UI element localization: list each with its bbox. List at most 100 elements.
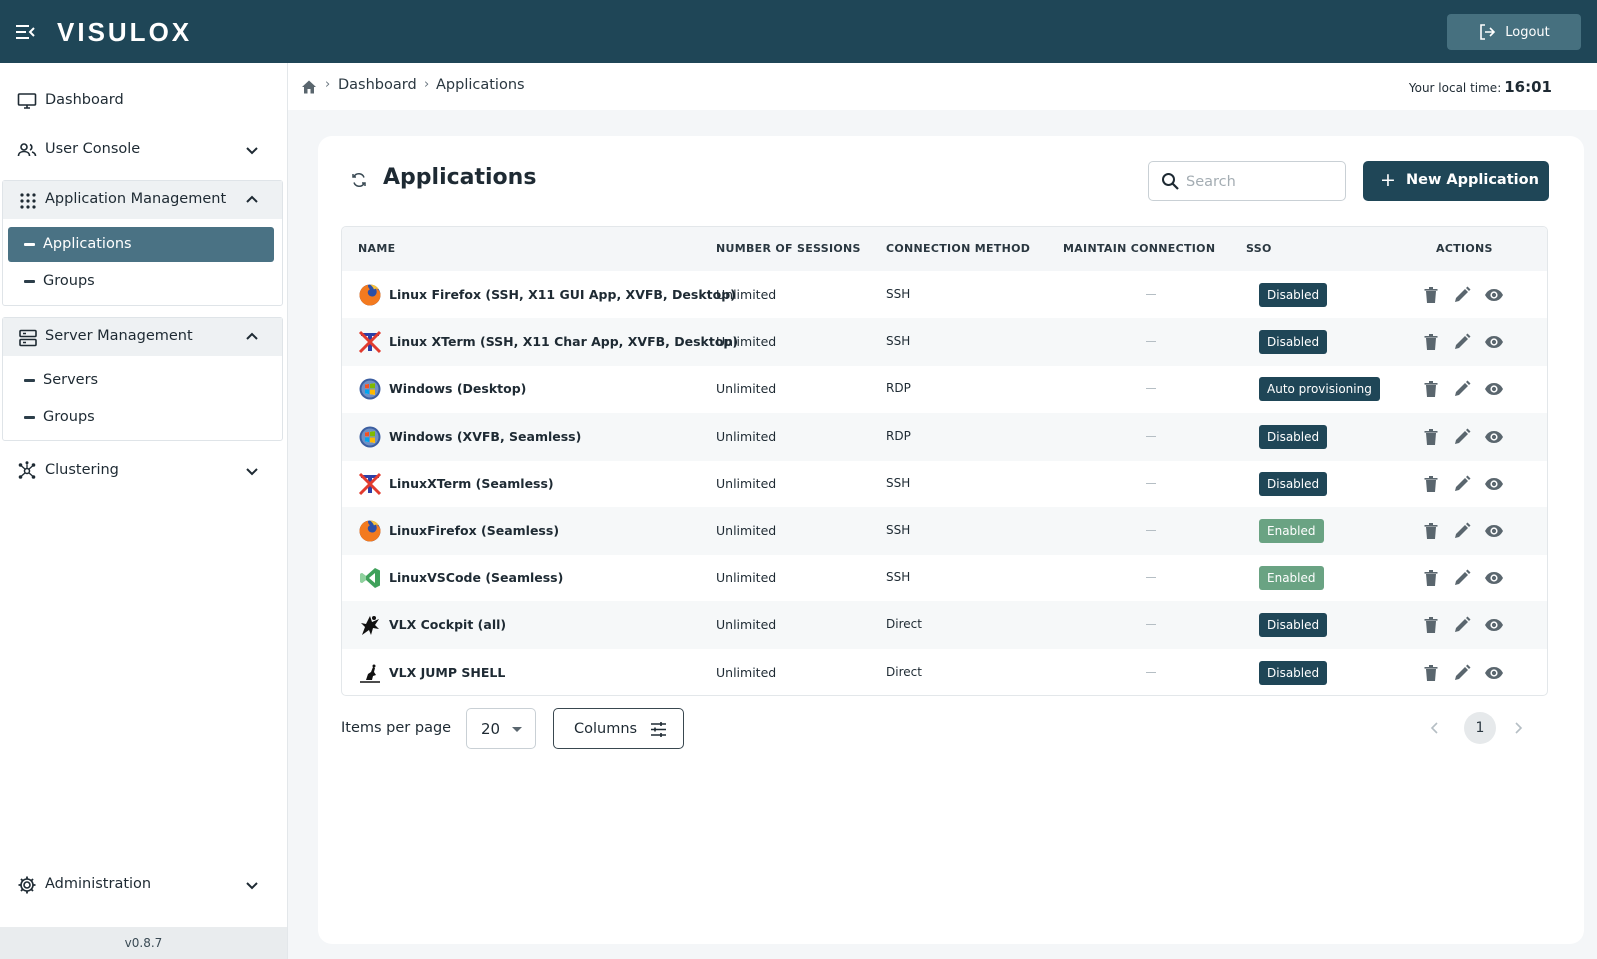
maintain-connection-value: [1146, 530, 1156, 531]
xterm-icon: [358, 472, 382, 496]
column-header-connection-method[interactable]: CONNECTION METHOD: [886, 242, 1030, 255]
view-icon[interactable]: [1484, 568, 1504, 588]
refresh-icon[interactable]: [350, 171, 368, 189]
view-icon[interactable]: [1484, 332, 1504, 352]
table-row[interactable]: Linux XTerm (SSH, X11 Char App, XVFB, De…: [342, 318, 1547, 367]
delete-icon[interactable]: [1421, 568, 1441, 588]
edit-icon[interactable]: [1452, 521, 1472, 541]
firefox-icon: [358, 519, 382, 543]
table-row[interactable]: Linux Firefox (SSH, X11 GUI App, XVFB, D…: [342, 271, 1547, 319]
delete-icon[interactable]: [1421, 521, 1441, 541]
chevron-right-icon[interactable]: [1508, 718, 1528, 738]
app-name[interactable]: Linux XTerm (SSH, X11 Char App, XVFB, De…: [389, 334, 738, 349]
local-time: Your local time: 16:01: [1409, 78, 1552, 96]
chevron-up-icon: [246, 332, 258, 340]
breadcrumb-applications: Applications: [436, 77, 525, 93]
column-header-sso[interactable]: SSO: [1246, 242, 1272, 255]
edit-icon[interactable]: [1452, 427, 1472, 447]
delete-icon[interactable]: [1421, 663, 1441, 683]
view-icon[interactable]: [1484, 285, 1504, 305]
delete-icon[interactable]: [1421, 474, 1441, 494]
dash-icon: [24, 243, 35, 246]
edit-icon[interactable]: [1452, 615, 1472, 635]
maintain-connection-value: [1146, 388, 1156, 390]
view-icon[interactable]: [1484, 615, 1504, 635]
column-header-name[interactable]: NAME: [358, 242, 395, 255]
logout-button[interactable]: Logout: [1447, 14, 1581, 50]
sidebar-item-dashboard[interactable]: Dashboard: [0, 81, 287, 121]
cluster-icon: [18, 461, 36, 479]
sidebar-item-applications[interactable]: Applications: [8, 227, 274, 262]
sidebar-item-servers[interactable]: Servers: [8, 363, 274, 398]
sidebar-item-user-console[interactable]: User Console: [0, 130, 287, 170]
delete-icon[interactable]: [1421, 285, 1441, 305]
app-name[interactable]: Windows (Desktop): [389, 381, 526, 396]
table-row[interactable]: VLX Cockpit (all) Unlimited Direct Disabled: [342, 601, 1547, 650]
app-name[interactable]: Linux Firefox (SSH, X11 GUI App, XVFB, D…: [389, 287, 736, 302]
edit-icon[interactable]: [1452, 568, 1472, 588]
sidebar-item-server-management[interactable]: Server Management: [3, 318, 282, 356]
sidebar-item-administration[interactable]: Administration: [0, 865, 287, 905]
session-count: Unlimited: [716, 334, 777, 350]
edit-icon[interactable]: [1452, 379, 1472, 399]
delete-icon[interactable]: [1421, 615, 1441, 635]
windows-icon: [358, 425, 382, 449]
visulox-logo: VISULOX: [57, 17, 193, 47]
sidebar-item-server-groups[interactable]: Groups: [8, 400, 274, 435]
sso-badge: Disabled: [1259, 660, 1328, 685]
cockpit-icon: [358, 613, 382, 637]
connection-method: RDP: [886, 428, 911, 443]
table-row[interactable]: VLX JUMP SHELL Unlimited Direct Disabled: [342, 649, 1547, 695]
edit-icon[interactable]: [1452, 332, 1472, 352]
table-row[interactable]: Windows (Desktop) Unlimited RDP Auto provis…: [342, 365, 1547, 413]
app-name[interactable]: LinuxXTerm (Seamless): [389, 476, 554, 491]
app-name[interactable]: Windows (XVFB, Seamless): [389, 429, 581, 444]
items-per-page-label: Items per page: [341, 720, 452, 736]
view-icon[interactable]: [1484, 521, 1504, 541]
delete-icon[interactable]: [1421, 332, 1441, 352]
sso-badge: Disabled: [1259, 424, 1328, 449]
table-row[interactable]: LinuxXTerm (Seamless) Unlimited SSH Disable…: [342, 460, 1547, 508]
new-application-button[interactable]: + New Application: [1363, 161, 1549, 201]
connection-method: Direct: [886, 617, 922, 632]
session-count: Unlimited: [716, 664, 777, 680]
column-header-sessions[interactable]: NUMBER OF SESSIONS: [716, 242, 861, 255]
app-name[interactable]: VLX JUMP SHELL: [389, 665, 505, 680]
sidebar: Dashboard User Console Application Manag…: [0, 63, 288, 959]
server-management-group: Server Management Servers Groups: [2, 317, 283, 441]
menu-collapse-icon[interactable]: [14, 21, 36, 43]
delete-icon[interactable]: [1421, 427, 1441, 447]
maintain-connection-value: [1146, 341, 1156, 343]
app-name[interactable]: LinuxVSCode (Seamless): [389, 570, 563, 585]
view-icon[interactable]: [1484, 379, 1504, 399]
sidebar-item-app-groups[interactable]: Groups: [8, 264, 274, 299]
view-icon[interactable]: [1484, 663, 1504, 683]
search-input[interactable]: [1186, 171, 1336, 193]
top-bar: VISULOX Logout: [0, 0, 1597, 63]
delete-icon[interactable]: [1421, 379, 1441, 399]
table-row[interactable]: Windows (XVFB, Seamless) Unlimited RDP Disa…: [342, 412, 1547, 461]
dash-icon: [24, 280, 35, 283]
columns-button[interactable]: Columns: [553, 708, 684, 749]
sidebar-item-clustering[interactable]: Clustering: [0, 451, 287, 491]
breadcrumb: › Dashboard › Applications Your local ti…: [288, 63, 1597, 110]
current-page-button[interactable]: 1: [1464, 712, 1496, 744]
column-header-maintain-connection[interactable]: MAINTAIN CONNECTION: [1063, 242, 1215, 255]
table-header: NAME NUMBER OF SESSIONS CONNECTION METHO…: [342, 227, 1547, 271]
edit-icon[interactable]: [1452, 474, 1472, 494]
chevron-left-icon[interactable]: [1425, 718, 1445, 738]
edit-icon[interactable]: [1452, 285, 1472, 305]
home-icon[interactable]: [301, 79, 317, 95]
view-icon[interactable]: [1484, 474, 1504, 494]
table-row[interactable]: LinuxVSCode (Seamless) Unlimited SSH Enable…: [342, 554, 1547, 602]
view-icon[interactable]: [1484, 427, 1504, 447]
app-name[interactable]: LinuxFirefox (Seamless): [389, 523, 559, 538]
dash-icon: [24, 416, 35, 419]
items-per-page-value: 20: [481, 720, 501, 738]
table-row[interactable]: LinuxFirefox (Seamless) Unlimited SSH Enabl…: [342, 507, 1547, 555]
edit-icon[interactable]: [1452, 663, 1472, 683]
breadcrumb-dashboard[interactable]: Dashboard: [338, 77, 417, 93]
app-name[interactable]: VLX Cockpit (all): [389, 617, 506, 632]
items-per-page-select[interactable]: 20: [466, 708, 536, 749]
sidebar-item-application-management[interactable]: Application Management: [3, 181, 282, 219]
